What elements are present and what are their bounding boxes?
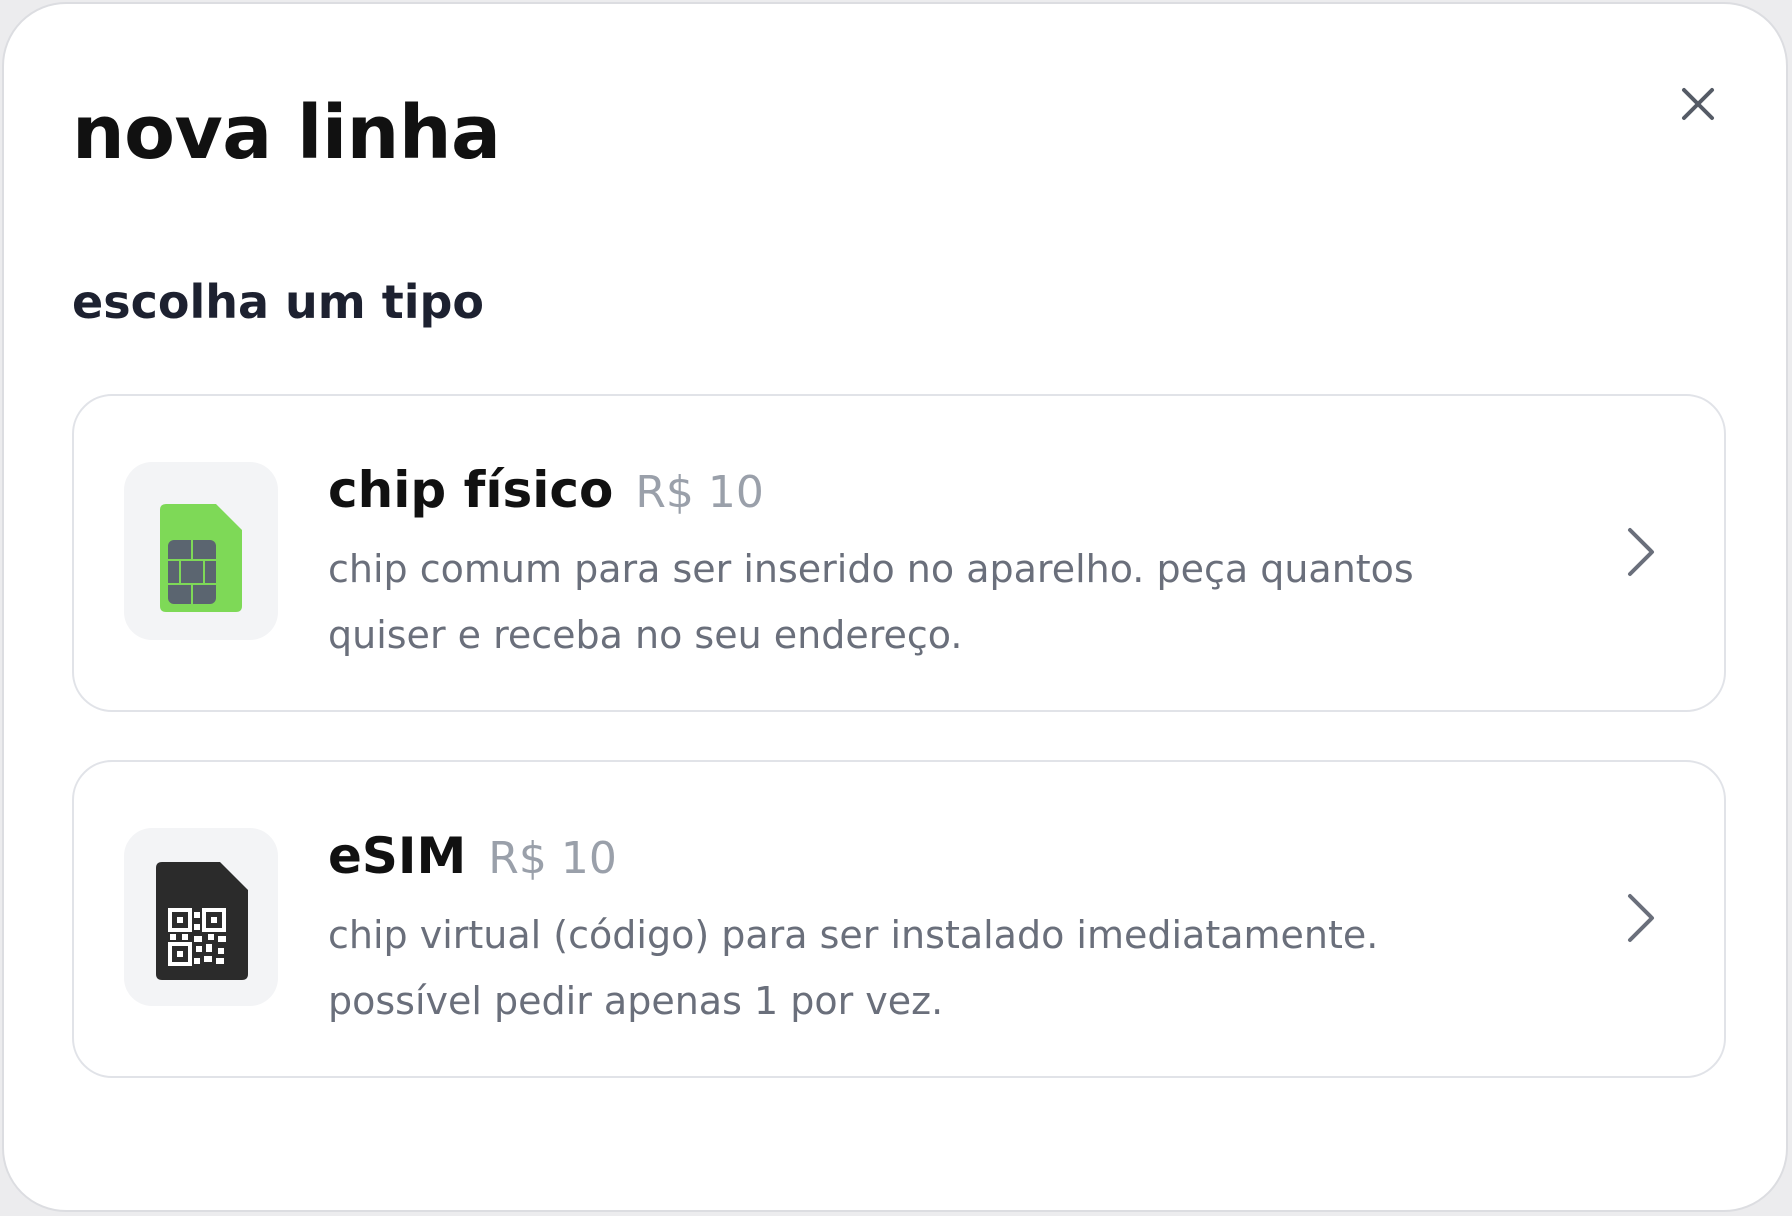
option-title-row: chip físico R$ 10	[328, 458, 764, 534]
close-icon	[1682, 88, 1714, 120]
option-name: eSIM	[328, 827, 467, 885]
option-name: chip físico	[328, 461, 614, 519]
esim-qr-icon	[124, 828, 278, 1006]
chevron-right-icon	[1620, 522, 1660, 582]
option-title-row: eSIM R$ 10	[328, 824, 617, 900]
section-subtitle: escolha um tipo	[72, 275, 485, 329]
option-physical-chip[interactable]: chip físico R$ 10 chip comum para ser ins…	[72, 394, 1726, 712]
close-button[interactable]	[1666, 72, 1730, 136]
new-line-modal: nova linha escolha um tipo chip físico R$…	[2, 2, 1788, 1212]
option-price: R$ 10	[635, 467, 764, 518]
chevron-right-icon	[1620, 888, 1660, 948]
option-description: chip virtual (código) para ser instalado…	[328, 913, 1379, 1023]
option-price: R$ 10	[488, 833, 617, 884]
option-esim[interactable]: eSIM R$ 10 chip virtual (código) para ser…	[72, 760, 1726, 1078]
sim-card-icon	[124, 462, 278, 640]
modal-title: nova linha	[72, 90, 501, 176]
option-description: chip comum para ser inserido no aparelho…	[328, 547, 1414, 657]
